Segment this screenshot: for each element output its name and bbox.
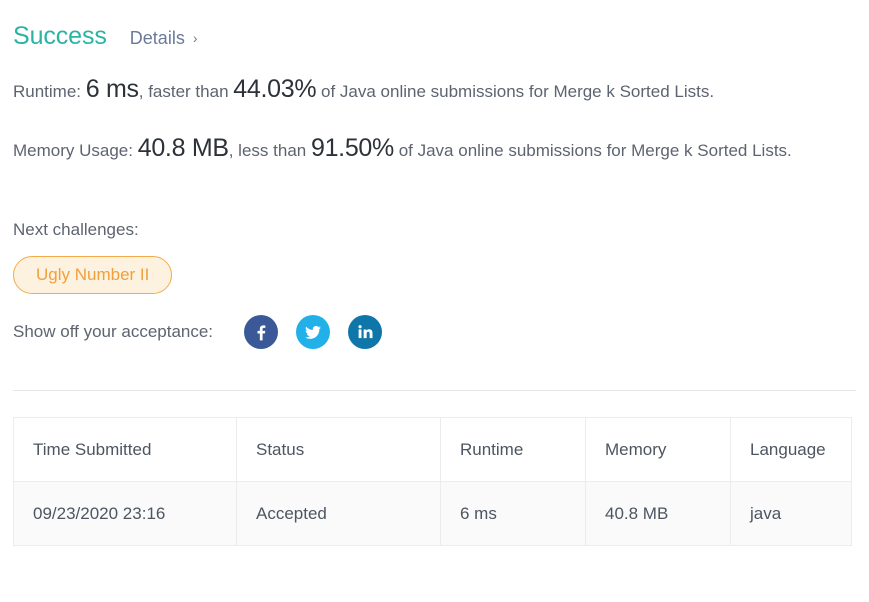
runtime-middle: , faster than: [138, 82, 229, 101]
twitter-share-button[interactable]: [296, 315, 331, 349]
social-share-list: [244, 315, 383, 349]
submissions-table: Time Submitted Status Runtime Memory Lan…: [13, 417, 852, 546]
runtime-prefix: Runtime:: [13, 82, 82, 101]
details-link[interactable]: Details ›: [130, 28, 198, 49]
cell-memory: 40.8 MB: [585, 481, 731, 546]
memory-suffix: of Java online submissions for Merge k S…: [398, 141, 792, 160]
runtime-percentile: 44.03%: [233, 75, 317, 103]
memory-summary: Memory Usage: 40.8 MB, less than 91.50% …: [0, 134, 856, 165]
memory-middle: , less than: [228, 141, 307, 160]
share-row: Show off your acceptance:: [0, 315, 869, 349]
runtime-value: 6 ms: [85, 75, 139, 103]
table-header-row: Time Submitted Status Runtime Memory Lan…: [13, 417, 852, 482]
section-divider: [13, 390, 856, 391]
table-row[interactable]: 09/23/2020 23:16 Accepted 6 ms 40.8 MB j…: [13, 481, 852, 546]
table-body: 09/23/2020 23:16 Accepted 6 ms 40.8 MB j…: [13, 481, 852, 546]
submission-result-page: Success Details › Runtime: 6 ms, faster …: [0, 0, 869, 602]
column-header-time-submitted[interactable]: Time Submitted: [13, 417, 237, 482]
facebook-icon: [251, 322, 271, 342]
facebook-share-button[interactable]: [244, 315, 279, 349]
share-label: Show off your acceptance:: [13, 322, 214, 341]
runtime-suffix: of Java online submissions for Merge k S…: [321, 82, 715, 101]
linkedin-icon: [356, 323, 374, 341]
linkedin-share-button[interactable]: [348, 315, 383, 349]
cell-time-submitted[interactable]: 09/23/2020 23:16: [13, 481, 237, 546]
details-link-label: Details: [129, 28, 185, 48]
column-header-memory[interactable]: Memory: [585, 417, 731, 482]
cell-language: java: [730, 481, 852, 546]
table-head: Time Submitted Status Runtime Memory Lan…: [13, 417, 852, 482]
twitter-icon: [303, 322, 323, 342]
next-challenge-badge[interactable]: Ugly Number II: [13, 256, 173, 294]
cell-status[interactable]: Accepted: [236, 481, 441, 546]
cell-runtime: 6 ms: [440, 481, 586, 546]
next-challenges-label: Next challenges:: [13, 220, 139, 239]
next-challenges-list: Ugly Number II: [0, 256, 869, 294]
page-title: Success: [13, 22, 107, 50]
chevron-right-icon: ›: [192, 29, 198, 46]
memory-percentile: 91.50%: [310, 134, 394, 162]
column-header-language[interactable]: Language: [730, 417, 852, 482]
column-header-runtime[interactable]: Runtime: [440, 417, 586, 482]
memory-value: 40.8 MB: [137, 134, 229, 162]
column-header-status[interactable]: Status: [236, 417, 441, 482]
memory-prefix: Memory Usage:: [13, 141, 133, 160]
status-header: Success Details ›: [0, 0, 869, 51]
runtime-summary: Runtime: 6 ms, faster than 44.03% of Jav…: [0, 75, 856, 106]
submissions-table-wrapper: Time Submitted Status Runtime Memory Lan…: [13, 417, 852, 546]
